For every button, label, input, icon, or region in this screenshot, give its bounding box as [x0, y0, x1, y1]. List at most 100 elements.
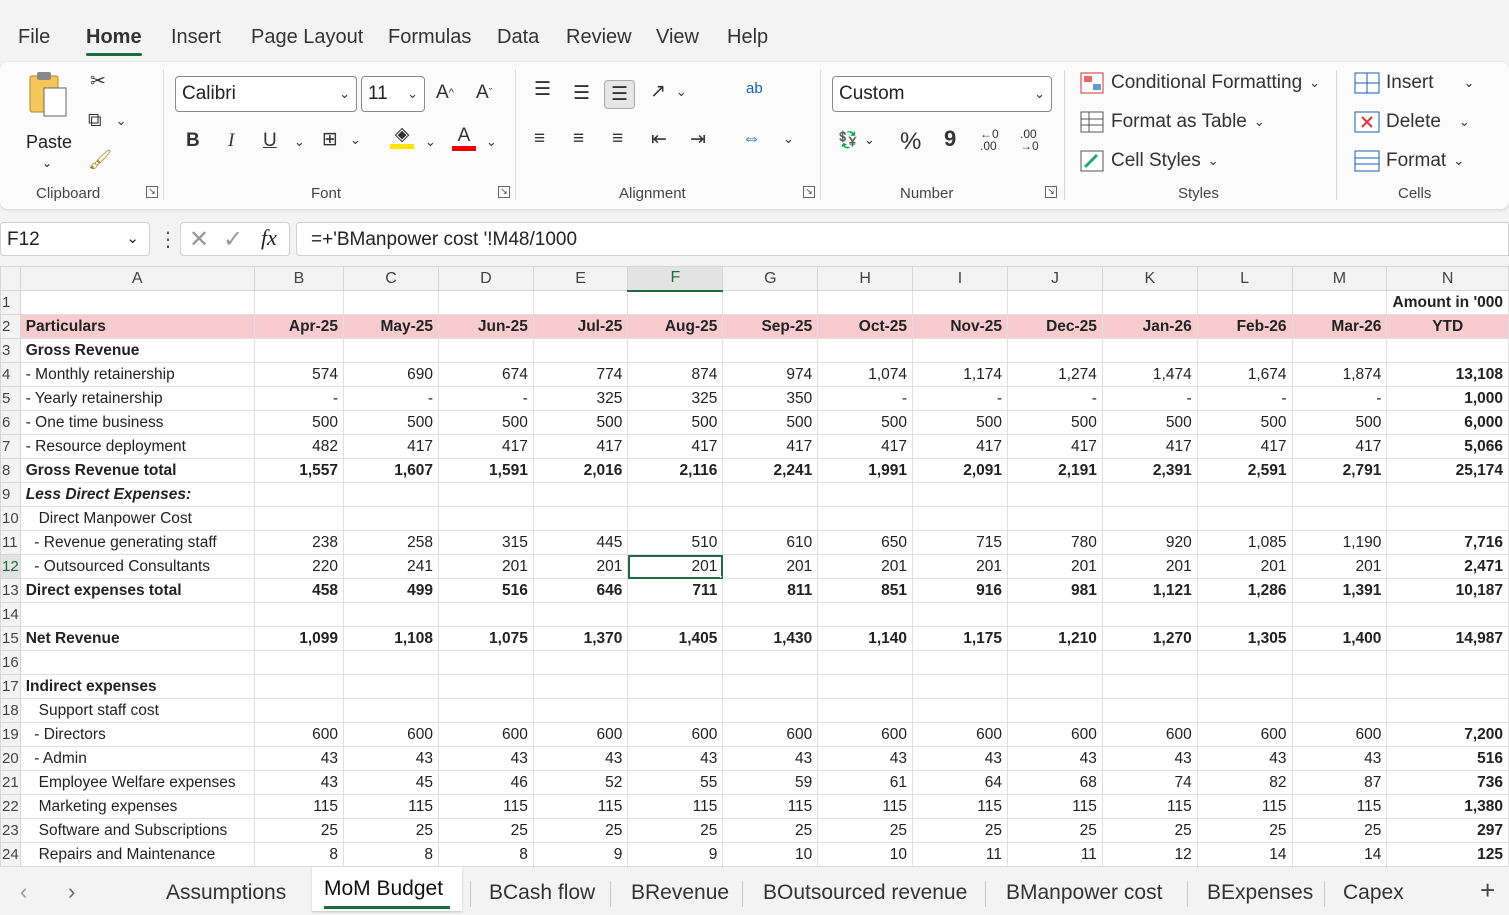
row-header[interactable]: 3: [0, 338, 21, 363]
cell-value[interactable]: 10: [722, 842, 819, 866]
cell-value[interactable]: [817, 602, 914, 627]
cell-ytd[interactable]: [1386, 338, 1509, 363]
cell-value[interactable]: 55: [627, 770, 724, 795]
cell-value[interactable]: 43: [912, 746, 1008, 771]
row-header[interactable]: 14: [0, 602, 21, 627]
tab-insert[interactable]: Insert: [171, 26, 221, 49]
cell-value[interactable]: 1,190: [1291, 530, 1388, 555]
cell-value[interactable]: Sep-25: [722, 314, 819, 339]
cell-value[interactable]: 43: [627, 746, 724, 771]
sheet-tab-brevenue[interactable]: BRevenue: [631, 881, 729, 905]
row-header[interactable]: 21: [0, 770, 21, 795]
cell-value[interactable]: [912, 482, 1008, 507]
cell-ytd[interactable]: YTD: [1386, 314, 1509, 339]
cell-value[interactable]: -: [912, 386, 1008, 411]
cell-value[interactable]: [1196, 650, 1293, 675]
cell-value[interactable]: 417: [1007, 434, 1103, 459]
amount-note[interactable]: Amount in '000: [1386, 290, 1509, 315]
cell-value[interactable]: [343, 698, 439, 723]
cell-value[interactable]: 1,175: [912, 626, 1008, 651]
cell-particulars[interactable]: Indirect expenses: [19, 674, 255, 699]
cell-value[interactable]: 600: [532, 722, 629, 747]
sheet-tab-mom-budget[interactable]: MoM Budget: [324, 877, 443, 901]
cell-value[interactable]: 1,274: [1007, 362, 1103, 387]
cell-value[interactable]: [438, 698, 534, 723]
cell-value[interactable]: 14: [1196, 842, 1293, 866]
cell-particulars[interactable]: Support staff cost: [19, 698, 255, 723]
tab-formulas[interactable]: Formulas: [388, 26, 471, 49]
format-as-table-button[interactable]: Format as Table ⌄: [1080, 111, 1265, 133]
cell-value[interactable]: [1101, 698, 1198, 723]
cell-value[interactable]: [1196, 674, 1293, 699]
cell-value[interactable]: 516: [438, 578, 534, 603]
cell-particulars[interactable]: Software and Subscriptions: [19, 818, 255, 843]
cell-value[interactable]: [532, 602, 629, 627]
cell-value[interactable]: -: [438, 386, 534, 411]
add-sheet-icon[interactable]: +: [1480, 875, 1495, 906]
clipboard-launcher-icon[interactable]: ↘: [146, 186, 158, 198]
cell-value[interactable]: 417: [817, 434, 914, 459]
cell-value[interactable]: 59: [722, 770, 819, 795]
cell-value[interactable]: 201: [912, 554, 1008, 579]
column-header-g[interactable]: G: [722, 266, 819, 291]
cell-value[interactable]: [438, 602, 534, 627]
row-header[interactable]: 22: [0, 794, 21, 819]
cell-value[interactable]: [1007, 650, 1103, 675]
orientation-icon[interactable]: ↗ ⌄: [650, 80, 687, 103]
cell-value[interactable]: [438, 290, 534, 315]
font-size-select[interactable]: 11 ⌄: [361, 76, 425, 112]
cell-value[interactable]: [912, 674, 1008, 699]
cell-value[interactable]: 500: [1291, 410, 1388, 435]
align-left-icon[interactable]: ≡: [534, 128, 545, 150]
cell-value[interactable]: 650: [817, 530, 914, 555]
cell-value[interactable]: 325: [532, 386, 629, 411]
cell-value[interactable]: 115: [1196, 794, 1293, 819]
cell-value[interactable]: 201: [817, 554, 914, 579]
cell-ytd[interactable]: [1386, 482, 1509, 507]
cell-value[interactable]: 2,591: [1196, 458, 1293, 483]
cell-particulars[interactable]: Employee Welfare expenses: [19, 770, 255, 795]
cell-value[interactable]: [1196, 482, 1293, 507]
cell-value[interactable]: 201: [1196, 554, 1293, 579]
cell-particulars[interactable]: Gross Revenue: [19, 338, 255, 363]
cell-value[interactable]: 115: [253, 794, 345, 819]
bold-button[interactable]: B: [186, 130, 200, 152]
cell-ytd[interactable]: 25,174: [1386, 458, 1509, 483]
cell-value[interactable]: [627, 506, 724, 531]
cell-value[interactable]: Jan-26: [1101, 314, 1198, 339]
row-header[interactable]: 7: [0, 434, 21, 459]
column-header-b[interactable]: B: [253, 266, 345, 291]
cell-value[interactable]: [1291, 602, 1388, 627]
tab-review[interactable]: Review: [566, 26, 632, 49]
cut-icon[interactable]: ✂: [90, 70, 106, 93]
cell-value[interactable]: Nov-25: [912, 314, 1008, 339]
tab-help[interactable]: Help: [727, 26, 768, 49]
cell-value[interactable]: [253, 674, 345, 699]
cell-ytd[interactable]: 2,471: [1386, 554, 1509, 579]
column-header-l[interactable]: L: [1196, 266, 1293, 291]
align-middle-icon[interactable]: ☰: [573, 82, 590, 105]
sheet-tab-bmanpower-cost[interactable]: BManpower cost: [1006, 881, 1162, 905]
cell-value[interactable]: 500: [1196, 410, 1293, 435]
cell-value[interactable]: [627, 338, 724, 363]
formula-input[interactable]: =+'BManpower cost '!M48/1000: [296, 222, 1509, 256]
cell-ytd[interactable]: 125: [1386, 842, 1509, 866]
cell-value[interactable]: [627, 650, 724, 675]
cell-ytd[interactable]: 6,000: [1386, 410, 1509, 435]
cell-value[interactable]: [722, 290, 819, 315]
cell-value[interactable]: 43: [722, 746, 819, 771]
cell-value[interactable]: 201: [1101, 554, 1198, 579]
cell-value[interactable]: 43: [817, 746, 914, 771]
cell-ytd[interactable]: 13,108: [1386, 362, 1509, 387]
cell-value[interactable]: [1196, 698, 1293, 723]
cell-value[interactable]: 711: [627, 578, 724, 603]
cell-value[interactable]: 774: [532, 362, 629, 387]
cell-value[interactable]: 1,286: [1196, 578, 1293, 603]
cell-value[interactable]: [817, 290, 914, 315]
cell-value[interactable]: [912, 650, 1008, 675]
cell-value[interactable]: [1291, 290, 1388, 315]
cell-value[interactable]: [343, 506, 439, 531]
cell-value[interactable]: [627, 482, 724, 507]
cell-value[interactable]: 1,474: [1101, 362, 1198, 387]
cell-value[interactable]: 25: [627, 818, 724, 843]
